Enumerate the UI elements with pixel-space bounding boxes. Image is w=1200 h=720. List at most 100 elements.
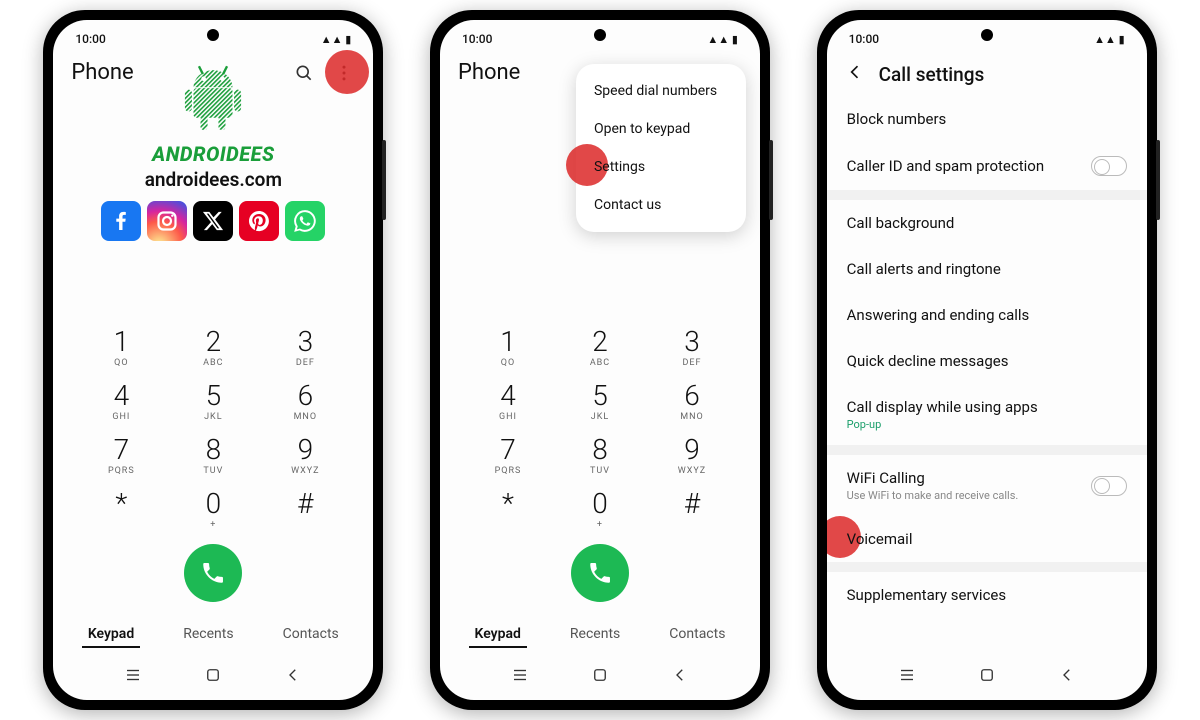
setting-voicemail[interactable]: Voicemail <box>827 516 1147 562</box>
key-7[interactable]: 7PQRS <box>86 436 156 476</box>
status-time: 10:00 <box>849 32 879 46</box>
nav-home-icon[interactable] <box>591 666 609 688</box>
setting-call-alerts[interactable]: Call alerts and ringtone <box>827 246 1147 292</box>
key-0[interactable]: 0+ <box>178 490 248 530</box>
key-7[interactable]: 7PQRS <box>473 436 543 476</box>
facebook-icon <box>101 201 141 241</box>
setting-quick-decline[interactable]: Quick decline messages <box>827 338 1147 384</box>
nav-bar <box>440 656 760 700</box>
setting-block-numbers[interactable]: Block numbers <box>827 96 1147 142</box>
nav-back-icon[interactable] <box>284 666 302 688</box>
key-5[interactable]: 5JKL <box>565 382 635 422</box>
status-time: 10:00 <box>462 32 492 46</box>
key-9[interactable]: 9WXYZ <box>270 436 340 476</box>
key-star[interactable]: * <box>86 490 156 530</box>
setting-call-display[interactable]: Call display while using apps Pop-up <box>827 384 1147 445</box>
phone-mockup-2: 10:00 ▲▲ ▮ Phone Speed dial numbers Open… <box>430 10 770 710</box>
key-8[interactable]: 8TUV <box>178 436 248 476</box>
key-8[interactable]: 8TUV <box>565 436 635 476</box>
tab-keypad[interactable]: Keypad <box>82 622 140 648</box>
nav-back-icon[interactable] <box>1058 666 1076 688</box>
back-icon[interactable] <box>845 62 865 86</box>
setting-supplementary[interactable]: Supplementary services <box>827 572 1147 618</box>
side-button <box>769 140 773 220</box>
social-icons <box>83 201 343 241</box>
key-4[interactable]: 4GHI <box>86 382 156 422</box>
phone-mockup-1: 10:00 ▲▲ ▮ Phone <box>43 10 383 710</box>
front-camera <box>594 29 606 41</box>
status-indicators: ▲▲ ▮ <box>707 33 738 46</box>
key-3[interactable]: 3DEF <box>657 328 727 368</box>
settings-list: Block numbers Caller ID and spam protect… <box>827 96 1147 656</box>
key-1[interactable]: 1QO <box>86 328 156 368</box>
status-time: 10:00 <box>75 32 105 46</box>
menu-settings[interactable]: Settings <box>576 148 746 186</box>
key-3[interactable]: 3DEF <box>270 328 340 368</box>
key-4[interactable]: 4GHI <box>473 382 543 422</box>
nav-back-icon[interactable] <box>671 666 689 688</box>
key-star[interactable]: * <box>473 490 543 530</box>
key-2[interactable]: 2ABC <box>565 328 635 368</box>
key-hash[interactable]: # <box>270 490 340 530</box>
toggle-wifi-calling[interactable] <box>1091 476 1127 496</box>
nav-bar <box>53 656 373 700</box>
pinterest-icon <box>239 201 279 241</box>
key-6[interactable]: 6MNO <box>657 382 727 422</box>
tab-recents[interactable]: Recents <box>564 622 626 648</box>
bottom-tabs: Keypad Recents Contacts <box>53 616 373 656</box>
brand-name: ANDROIDEES <box>83 142 343 166</box>
bottom-tabs: Keypad Recents Contacts <box>440 616 760 656</box>
key-6[interactable]: 6MNO <box>270 382 340 422</box>
side-button <box>382 140 386 220</box>
key-5[interactable]: 5JKL <box>178 382 248 422</box>
settings-title: Call settings <box>879 63 985 86</box>
screen-1: 10:00 ▲▲ ▮ Phone <box>53 20 373 700</box>
front-camera <box>207 29 219 41</box>
menu-settings-label: Settings <box>594 159 645 175</box>
settings-header: Call settings <box>827 48 1147 96</box>
dialpad: 1QO 2ABC 3DEF 4GHI 5JKL 6MNO 7PQRS 8TUV … <box>440 328 760 616</box>
dialpad: 1QO 2ABC 3DEF 4GHI 5JKL 6MNO 7PQRS 8TUV … <box>53 328 373 616</box>
setting-call-background[interactable]: Call background <box>827 200 1147 246</box>
status-indicators: ▲▲ ▮ <box>321 33 352 46</box>
overflow-menu: Speed dial numbers Open to keypad Settin… <box>576 64 746 232</box>
x-twitter-icon <box>193 201 233 241</box>
menu-speed-dial[interactable]: Speed dial numbers <box>576 72 746 110</box>
android-logo <box>174 60 252 138</box>
screen-2: 10:00 ▲▲ ▮ Phone Speed dial numbers Open… <box>440 20 760 700</box>
nav-home-icon[interactable] <box>978 666 996 688</box>
key-hash[interactable]: # <box>657 490 727 530</box>
phone-mockup-3: 10:00 ▲▲ ▮ Call settings Block numbers C… <box>817 10 1157 710</box>
nav-recents-icon[interactable] <box>898 666 916 688</box>
nav-recents-icon[interactable] <box>124 666 142 688</box>
setting-wifi-calling-sub: Use WiFi to make and receive calls. <box>847 489 1019 502</box>
menu-contact-us[interactable]: Contact us <box>576 186 746 224</box>
key-0[interactable]: 0+ <box>565 490 635 530</box>
key-9[interactable]: 9WXYZ <box>657 436 727 476</box>
instagram-icon <box>147 201 187 241</box>
nav-bar <box>827 656 1147 700</box>
setting-caller-id[interactable]: Caller ID and spam protection <box>827 142 1147 190</box>
key-2[interactable]: 2ABC <box>178 328 248 368</box>
call-button[interactable] <box>184 544 242 602</box>
brand-url: androidees.com <box>83 168 343 191</box>
toggle-caller-id[interactable] <box>1091 156 1127 176</box>
call-button[interactable] <box>571 544 629 602</box>
setting-answering[interactable]: Answering and ending calls <box>827 292 1147 338</box>
whatsapp-icon <box>285 201 325 241</box>
divider <box>827 562 1147 572</box>
key-1[interactable]: 1QO <box>473 328 543 368</box>
nav-home-icon[interactable] <box>204 666 222 688</box>
side-button <box>1156 140 1160 220</box>
tab-keypad[interactable]: Keypad <box>469 622 527 648</box>
tab-contacts[interactable]: Contacts <box>277 622 345 648</box>
screen-3: 10:00 ▲▲ ▮ Call settings Block numbers C… <box>827 20 1147 700</box>
menu-open-keypad[interactable]: Open to keypad <box>576 110 746 148</box>
divider <box>827 445 1147 455</box>
tab-recents[interactable]: Recents <box>177 622 239 648</box>
nav-recents-icon[interactable] <box>511 666 529 688</box>
setting-wifi-calling[interactable]: WiFi Calling Use WiFi to make and receiv… <box>827 455 1147 516</box>
setting-call-display-sub: Pop-up <box>847 418 882 431</box>
tab-contacts[interactable]: Contacts <box>663 622 731 648</box>
app-title: Phone <box>458 60 520 85</box>
